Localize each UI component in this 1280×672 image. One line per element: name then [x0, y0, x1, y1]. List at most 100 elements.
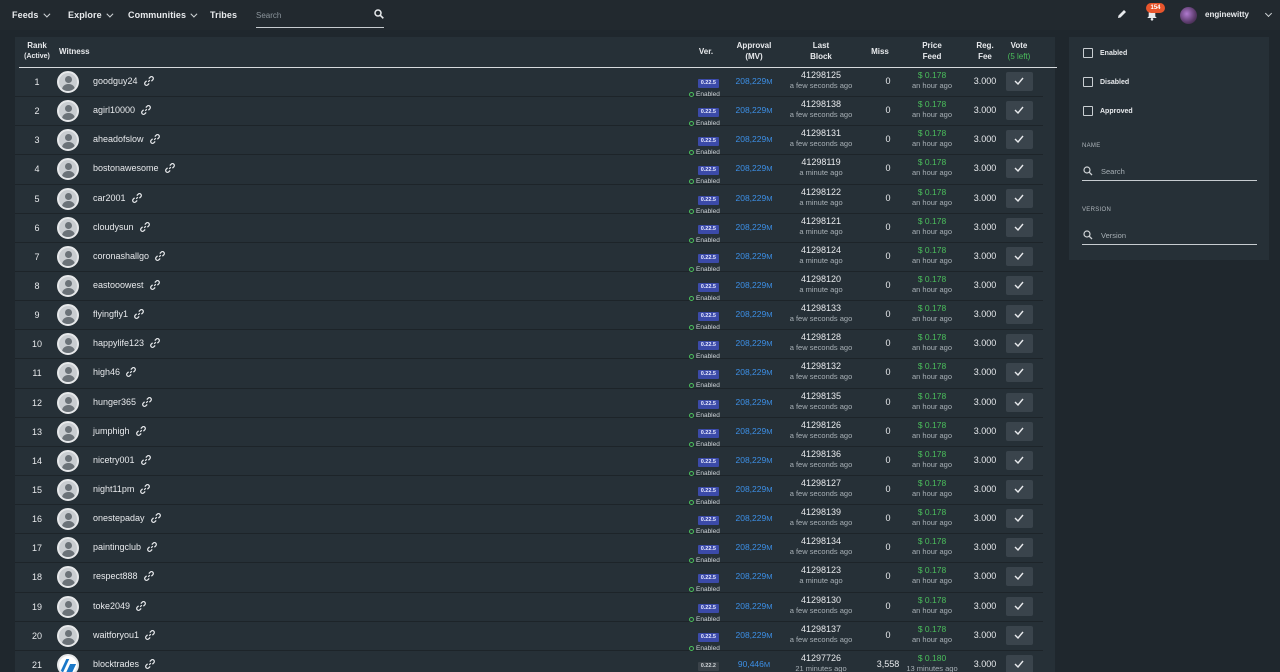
link-icon[interactable]: [134, 309, 144, 320]
approval-cell[interactable]: 208,229M: [727, 97, 781, 126]
witness-avatar[interactable]: [57, 449, 79, 472]
version-search-input[interactable]: [1101, 229, 1251, 241]
search-icon[interactable]: [374, 9, 384, 19]
witness-name-link[interactable]: waitforyou1: [93, 630, 139, 640]
approval-cell[interactable]: 208,229M: [727, 359, 781, 388]
nav-communities[interactable]: Communities: [128, 10, 198, 20]
header-vote[interactable]: Vote (5 left): [1003, 40, 1035, 62]
link-icon[interactable]: [143, 76, 154, 86]
witness-avatar[interactable]: [57, 595, 79, 618]
witness-avatar[interactable]: [57, 100, 79, 123]
nav-tribes[interactable]: Tribes: [210, 10, 237, 20]
vote-button[interactable]: [1006, 275, 1033, 295]
approval-cell[interactable]: 208,229M: [727, 447, 781, 476]
vote-button[interactable]: [1006, 392, 1033, 412]
link-icon[interactable]: [145, 629, 155, 640]
link-icon[interactable]: [149, 280, 160, 290]
link-icon[interactable]: [140, 454, 151, 465]
link-icon[interactable]: [143, 571, 154, 582]
header-last-block[interactable]: Last Block: [799, 40, 843, 62]
pencil-icon[interactable]: [1116, 8, 1128, 20]
link-icon[interactable]: [135, 425, 146, 436]
approval-cell[interactable]: 208,229M: [727, 126, 781, 155]
approval-cell[interactable]: 208,229M: [727, 622, 781, 651]
witness-name-link[interactable]: flyingfly1: [93, 309, 128, 319]
approval-cell[interactable]: 208,229M: [727, 476, 781, 505]
witness-avatar[interactable]: [57, 537, 79, 560]
witness-avatar[interactable]: [57, 216, 79, 239]
witness-avatar[interactable]: [57, 420, 79, 443]
witness-name-link[interactable]: toke2049: [93, 601, 130, 611]
vote-button[interactable]: [1006, 334, 1033, 354]
vote-button[interactable]: [1006, 509, 1033, 529]
vote-button[interactable]: [1006, 130, 1033, 150]
vote-button[interactable]: [1006, 246, 1033, 266]
vote-button[interactable]: [1006, 567, 1033, 587]
approval-cell[interactable]: 208,229M: [727, 301, 781, 330]
chevron-down-icon[interactable]: [1264, 9, 1273, 18]
witness-name-link[interactable]: coronashallgo: [93, 251, 149, 261]
witness-name-link[interactable]: respect888: [93, 571, 138, 581]
witness-avatar[interactable]: [57, 274, 79, 297]
approval-cell[interactable]: 208,229M: [727, 593, 781, 622]
link-icon[interactable]: [164, 163, 175, 174]
approval-cell[interactable]: 208,229M: [727, 534, 781, 563]
enabled-checkbox[interactable]: [1083, 48, 1093, 58]
witness-avatar[interactable]: [57, 158, 79, 181]
link-icon[interactable]: [139, 221, 150, 232]
witness-avatar[interactable]: [57, 653, 79, 672]
witness-avatar[interactable]: [57, 362, 79, 385]
vote-button[interactable]: [1006, 217, 1033, 237]
witness-name-link[interactable]: hunger365: [93, 397, 136, 407]
witness-name-link[interactable]: paintingclub: [93, 542, 141, 552]
link-icon[interactable]: [131, 192, 142, 203]
witness-name-link[interactable]: nicetry001: [93, 455, 135, 465]
link-icon[interactable]: [155, 250, 165, 261]
vote-button[interactable]: [1006, 596, 1033, 616]
disabled-checkbox[interactable]: [1083, 77, 1093, 87]
witness-name-link[interactable]: goodguy24: [93, 76, 138, 86]
witness-avatar[interactable]: [57, 71, 79, 93]
vote-button[interactable]: [1006, 305, 1033, 325]
witness-avatar[interactable]: [57, 129, 79, 152]
vote-button[interactable]: [1006, 72, 1033, 91]
header-price-feed[interactable]: Price Feed: [911, 40, 953, 62]
witness-name-link[interactable]: jumphigh: [93, 426, 130, 436]
approval-cell[interactable]: 208,229M: [727, 243, 781, 272]
witness-avatar[interactable]: [57, 508, 79, 531]
vote-button[interactable]: [1006, 363, 1033, 383]
witness-name-link[interactable]: night11pm: [93, 484, 134, 494]
approval-cell[interactable]: 208,229M: [727, 563, 781, 592]
link-icon[interactable]: [126, 367, 136, 378]
witness-avatar[interactable]: [57, 304, 79, 327]
user-avatar[interactable]: [1180, 7, 1197, 24]
link-icon[interactable]: [141, 105, 151, 116]
witness-name-link[interactable]: happylife123: [93, 338, 144, 348]
vote-button[interactable]: [1006, 101, 1033, 121]
link-icon[interactable]: [142, 396, 152, 407]
witness-avatar[interactable]: [57, 245, 79, 268]
witness-avatar[interactable]: [57, 624, 79, 647]
witness-name-link[interactable]: eastooowest: [93, 280, 144, 290]
nav-feeds[interactable]: Feeds: [12, 10, 50, 20]
witness-avatar[interactable]: [57, 478, 79, 501]
link-icon[interactable]: [149, 134, 160, 145]
vote-button[interactable]: [1006, 450, 1033, 470]
header-miss[interactable]: Miss: [865, 46, 895, 57]
approval-cell[interactable]: 208,229M: [727, 272, 781, 301]
witness-avatar[interactable]: [57, 333, 79, 356]
approval-cell[interactable]: 208,229M: [727, 214, 781, 243]
approval-cell[interactable]: 208,229M: [727, 505, 781, 534]
header-witness[interactable]: Witness: [59, 46, 90, 57]
link-icon[interactable]: [150, 338, 160, 349]
witness-name-link[interactable]: high46: [93, 367, 120, 377]
vote-button[interactable]: [1006, 654, 1033, 672]
notification-badge[interactable]: 154: [1146, 3, 1165, 13]
header-approval[interactable]: Approval (MV): [731, 40, 777, 62]
witness-name-link[interactable]: aheadofslow: [93, 134, 144, 144]
vote-button[interactable]: [1006, 159, 1033, 179]
approval-cell[interactable]: 90,446M: [727, 651, 781, 672]
witness-name-link[interactable]: onestepaday: [93, 513, 145, 523]
witness-name-link[interactable]: agirl10000: [93, 105, 135, 115]
approved-checkbox[interactable]: [1083, 106, 1093, 116]
